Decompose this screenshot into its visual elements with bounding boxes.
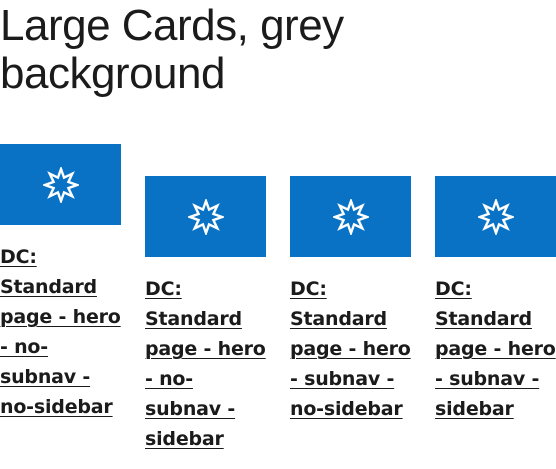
card-title[interactable]: DC: Standard page - hero - no-subnav - s…: [145, 274, 266, 454]
card-no-subnav-no-sidebar[interactable]: DC: Standard page - hero - no-subnav - n…: [0, 144, 121, 422]
sun-burst-icon: [187, 198, 224, 235]
card-media: [435, 176, 556, 257]
card-title[interactable]: DC: Standard page - hero - subnav - no-s…: [290, 274, 411, 424]
sun-burst-icon: [477, 198, 514, 235]
sun-burst-icon: [42, 166, 79, 203]
card-title[interactable]: DC: Standard page - hero - no-subnav - n…: [0, 242, 121, 422]
card-no-subnav-sidebar[interactable]: DC: Standard page - hero - no-subnav - s…: [145, 176, 266, 454]
card-subnav-sidebar[interactable]: DC: Standard page - hero - subnav - side…: [435, 176, 556, 424]
card-subnav-no-sidebar[interactable]: DC: Standard page - hero - subnav - no-s…: [290, 176, 411, 424]
sun-burst-icon: [332, 198, 369, 235]
card-media: [290, 176, 411, 257]
card-media: [145, 176, 266, 257]
card-title[interactable]: DC: Standard page - hero - subnav - side…: [435, 274, 556, 424]
page-heading: Large Cards, grey background: [0, 1, 344, 98]
page: Large Cards, grey background DC: Standar…: [0, 0, 556, 469]
card-media: [0, 144, 121, 225]
